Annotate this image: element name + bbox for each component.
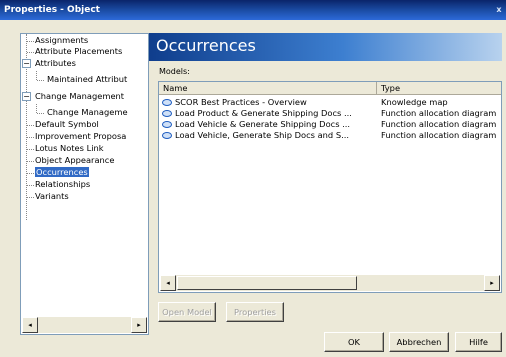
- tree-item-label: Change Manageme: [47, 107, 128, 117]
- cancel-button[interactable]: Abbrechen: [389, 332, 449, 352]
- tree-item-occurrences[interactable]: Occurrences: [35, 167, 89, 178]
- tree-item-attribute-placements[interactable]: Attribute Placements: [35, 46, 122, 57]
- list-item[interactable]: Load Vehicle & Generate Shipping Docs ..…: [159, 119, 501, 130]
- list-item[interactable]: SCOR Best Practices - Overview Knowledge…: [159, 97, 501, 108]
- models-label: Models:: [159, 67, 190, 76]
- tree-connector: [27, 41, 34, 42]
- scroll-thumb[interactable]: [177, 276, 357, 290]
- model-icon: [162, 99, 172, 106]
- model-icon: [162, 110, 172, 117]
- title-bar[interactable]: Properties - Object x: [0, 0, 506, 20]
- help-button[interactable]: Hilfe: [455, 332, 502, 352]
- ok-button[interactable]: OK: [324, 332, 384, 352]
- page-title: Occurrences: [156, 36, 256, 55]
- tree-connector: [36, 104, 37, 113]
- tree-item-label: Assignments: [35, 35, 89, 45]
- tree-item-improvement-proposal[interactable]: Improvement Proposa: [35, 131, 126, 142]
- tree-item-label: Relationships: [35, 179, 91, 189]
- tree-item-variants[interactable]: Variants: [35, 191, 69, 202]
- list-horizontal-scrollbar[interactable]: ◂ ▸: [160, 275, 500, 291]
- tree-item-label: Attributes: [35, 58, 76, 68]
- tree-connector: [27, 173, 34, 174]
- tree-connector: [27, 125, 34, 126]
- tree-item-label: Occurrences: [35, 167, 89, 177]
- model-type: Function allocation diagram: [381, 130, 497, 140]
- tree-connector: [27, 197, 34, 198]
- model-icon: [162, 121, 172, 128]
- model-name: SCOR Best Practices - Overview: [175, 97, 307, 107]
- model-type: Function allocation diagram: [381, 108, 497, 118]
- tree-item-label: Object Appearance: [35, 155, 115, 165]
- column-header-type[interactable]: Type: [377, 82, 501, 95]
- models-list[interactable]: Name Type SCOR Best Practices - Overview…: [158, 81, 502, 293]
- tree-item-label: Default Symbol: [35, 119, 99, 129]
- tree-connector: [37, 80, 44, 81]
- tree-connector: [27, 185, 34, 186]
- open-model-button[interactable]: Open Model: [158, 302, 216, 322]
- scroll-left-icon[interactable]: ◂: [160, 275, 176, 291]
- tree-item-assignments[interactable]: Assignments: [35, 35, 88, 46]
- model-name: Load Vehicle, Generate Ship Docs and S..…: [175, 130, 350, 140]
- property-tree[interactable]: Assignments Attribute Placements − Attri…: [20, 33, 149, 335]
- tree-connector: [27, 52, 34, 53]
- tree-item-label: Improvement Proposa: [35, 131, 127, 141]
- properties-dialog: Properties - Object x Assignments Attrib…: [0, 0, 506, 357]
- scroll-right-icon[interactable]: ▸: [131, 317, 147, 333]
- window-title: Properties - Object: [4, 5, 100, 15]
- tree-item-maintained-attributes[interactable]: Maintained Attribut: [47, 74, 127, 85]
- model-icon: [162, 132, 172, 139]
- tree-item-label: Variants: [35, 191, 69, 201]
- tree-connector: [37, 113, 44, 114]
- tree-item-attributes[interactable]: Attributes: [35, 58, 76, 69]
- tree-item-lotus-notes-link[interactable]: Lotus Notes Link: [35, 143, 104, 154]
- list-item[interactable]: Load Vehicle, Generate Ship Docs and S..…: [159, 130, 501, 141]
- tree-item-change-management-sub[interactable]: Change Manageme: [47, 107, 128, 118]
- tree-horizontal-scrollbar[interactable]: ◂ ▸: [22, 317, 147, 333]
- tree-connector: [27, 137, 34, 138]
- model-type: Function allocation diagram: [381, 119, 497, 129]
- tree-item-label: Maintained Attribut: [47, 74, 128, 84]
- close-icon[interactable]: x: [494, 3, 504, 17]
- collapse-icon[interactable]: −: [22, 92, 31, 101]
- scroll-right-icon[interactable]: ▸: [484, 275, 500, 291]
- tree-connector: [27, 161, 34, 162]
- tree-item-label: Attribute Placements: [35, 46, 123, 56]
- collapse-icon[interactable]: −: [22, 59, 31, 68]
- tree-item-relationships[interactable]: Relationships: [35, 179, 90, 190]
- tree-item-change-management[interactable]: Change Management: [35, 91, 124, 102]
- model-name: Load Product & Generate Shipping Docs ..…: [175, 108, 352, 118]
- list-item[interactable]: Load Product & Generate Shipping Docs ..…: [159, 108, 501, 119]
- tree-item-object-appearance[interactable]: Object Appearance: [35, 155, 114, 166]
- tree-connector: [36, 71, 37, 80]
- tree-connector: [27, 149, 34, 150]
- tree-item-label: Change Management: [35, 91, 125, 101]
- model-name: Load Vehicle & Generate Shipping Docs ..…: [175, 119, 351, 129]
- tree-item-default-symbol[interactable]: Default Symbol: [35, 119, 99, 130]
- scroll-left-icon[interactable]: ◂: [22, 317, 38, 333]
- model-type: Knowledge map: [381, 97, 448, 107]
- properties-button[interactable]: Properties: [226, 302, 284, 322]
- list-header: Name Type: [159, 82, 501, 95]
- column-header-name[interactable]: Name: [159, 82, 377, 95]
- tree-item-label: Lotus Notes Link: [35, 143, 104, 153]
- page-header-banner: Occurrences: [149, 33, 502, 61]
